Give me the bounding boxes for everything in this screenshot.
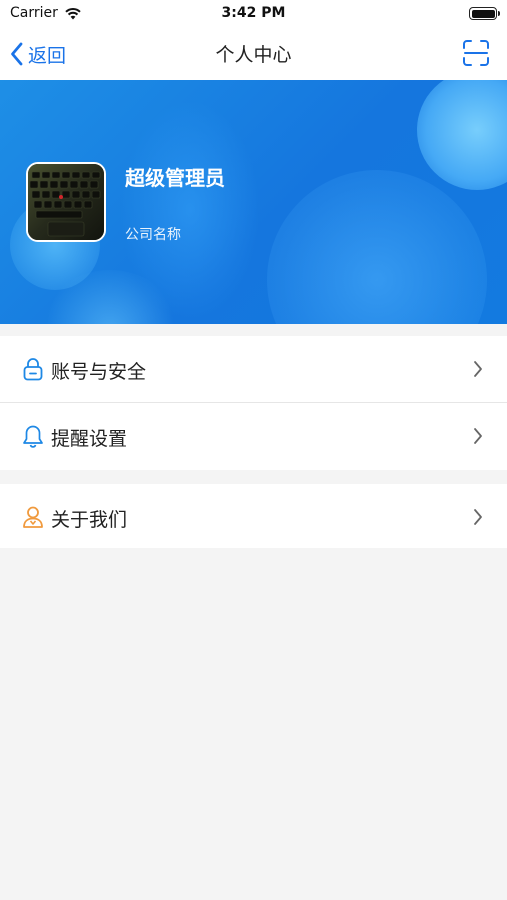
decor-bubble: [417, 80, 507, 190]
menu-item-about-us[interactable]: 关于我们: [0, 484, 507, 550]
menu-label: 提醒设置: [51, 428, 128, 450]
status-bar: Carrier 3:42 PM: [0, 0, 507, 28]
scan-icon[interactable]: [462, 39, 490, 67]
nav-bar: 返回 个人中心: [0, 28, 507, 80]
screen: Carrier 3:42 PM 返回 个人中心 超级管理员 公司名称 账号与安全…: [0, 0, 507, 900]
menu-label: 关于我们: [51, 509, 128, 531]
bell-icon: [23, 425, 43, 448]
chevron-right-icon: [474, 509, 482, 525]
status-time: 3:42 PM: [221, 5, 286, 21]
battery-icon: [469, 7, 500, 20]
decor-bubble: [267, 170, 487, 324]
keyboard-photo-avatar: [28, 164, 104, 240]
profile-company: 公司名称: [125, 227, 181, 243]
user-icon: [23, 506, 43, 528]
battery-fill: [471, 9, 495, 18]
menu-label: 账号与安全: [51, 361, 147, 383]
menu-group-settings: 账号与安全 提醒设置: [0, 336, 507, 470]
lock-icon: [23, 358, 43, 381]
chevron-right-icon: [474, 361, 482, 377]
page-title: 个人中心: [215, 44, 292, 66]
profile-name: 超级管理员: [125, 166, 225, 190]
menu-group-about: 关于我们: [0, 484, 507, 548]
menu-item-account-security[interactable]: 账号与安全: [0, 336, 507, 402]
menu-item-reminder-settings[interactable]: 提醒设置: [0, 402, 507, 468]
chevron-right-icon: [474, 428, 482, 444]
avatar[interactable]: [26, 162, 106, 242]
